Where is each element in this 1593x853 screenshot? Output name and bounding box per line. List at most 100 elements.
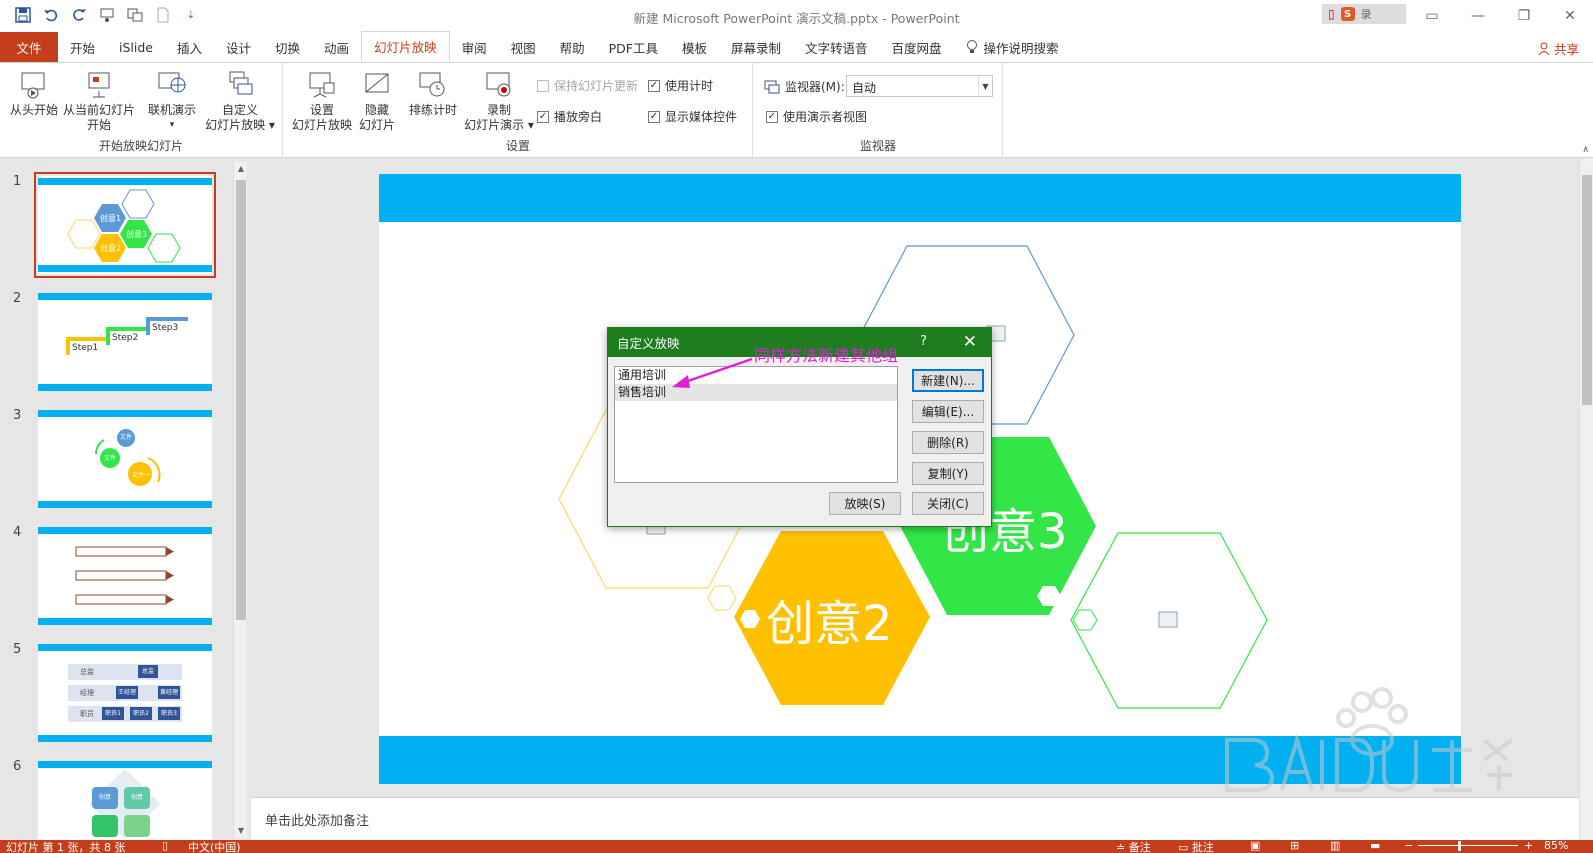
restore-icon[interactable]: ❐ <box>1501 0 1547 32</box>
accessibility-icon[interactable]: ▯ <box>162 839 168 852</box>
rehearse-timings-label: 排练计时 <box>408 103 457 117</box>
scroll-down-icon[interactable]: ▼ <box>234 824 248 838</box>
tab-text-to-speech[interactable]: 文字转语音 <box>793 32 880 62</box>
show-media-controls-checkbox[interactable]: ✓ 显示媒体控件 <box>648 108 737 125</box>
normal-view-icon[interactable]: ▣ <box>1250 839 1260 852</box>
thumbnail-text: Step1 <box>72 343 99 353</box>
notes-icon: ≐ <box>1116 841 1126 853</box>
annotation-arrow-icon <box>672 357 753 388</box>
tell-me-search[interactable]: 操作说明搜索 <box>954 32 1071 62</box>
thumbnail-text: 创意 <box>92 787 118 809</box>
edit-button[interactable]: 编辑(E)... <box>912 400 984 423</box>
reading-view-icon[interactable]: ▥ <box>1330 839 1340 852</box>
chevron-down-icon[interactable]: ▼ <box>978 76 992 96</box>
close-icon[interactable]: ✕ <box>1547 0 1593 32</box>
use-timings-checkbox[interactable]: ✓ 使用计时 <box>648 77 713 94</box>
close-button[interactable]: 关闭(C) <box>912 492 984 515</box>
custom-slideshow-button[interactable]: 自定义 幻灯片放映 ▾ <box>203 69 277 133</box>
slide-scrollbar[interactable] <box>1579 159 1593 840</box>
tab-home[interactable]: 开始 <box>58 32 107 62</box>
tab-screen-record[interactable]: 屏幕录制 <box>719 32 793 62</box>
thumbnails-scrollbar[interactable]: ▲ ▼ <box>233 162 247 838</box>
slideshow-view-icon[interactable]: ▬ <box>1370 839 1380 852</box>
tab-design[interactable]: 设计 <box>214 32 263 62</box>
language[interactable]: 中文(中国) <box>188 839 241 853</box>
thumbnail-text: 王经理 <box>116 686 138 699</box>
comments-toggle[interactable]: ▭ 批注 <box>1178 839 1214 853</box>
help-icon[interactable]: ? <box>920 334 927 349</box>
rehearse-timings-button[interactable]: 排练计时 <box>405 69 461 118</box>
login-label: 录 <box>1360 8 1372 21</box>
tab-baidu-netdisk[interactable]: 百度网盘 <box>880 32 954 62</box>
presenter-view-checkbox[interactable]: ✓ 使用演示者视图 <box>766 108 867 125</box>
slide-thumbnail-6[interactable]: 创意 创意 <box>38 761 212 840</box>
slide-thumbnail-3[interactable]: 文件 文件 文件一 <box>38 410 212 508</box>
notes-toggle-label: 备注 <box>1128 841 1151 853</box>
slide-thumbnail-5[interactable]: 总监 经理 职员 总监 王经理 黄经理 职员1 职员2 职员3 <box>38 644 212 742</box>
scrollbar-thumb[interactable] <box>1582 175 1592 405</box>
status-bar: 幻灯片 第 1 张，共 8 张 ▯ 中文(中国) ≐ 备注 ▭ 批注 ▣ ⊞ ▥… <box>0 839 1593 853</box>
tab-view[interactable]: 视图 <box>499 32 548 62</box>
zoom-out-icon[interactable]: − <box>1404 839 1413 852</box>
dialog-title: 自定义放映 <box>617 336 680 351</box>
tab-animations[interactable]: 动画 <box>312 32 361 62</box>
login-chip[interactable]: ▯ S 录 <box>1322 4 1406 24</box>
tab-islide[interactable]: iSlide <box>107 32 165 62</box>
zoom-slider[interactable] <box>1418 845 1518 846</box>
slide-thumbnail-4[interactable] <box>38 527 212 625</box>
tab-insert[interactable]: 插入 <box>165 32 214 62</box>
keep-slides-updated-checkbox[interactable]: 保持幻灯片更新 <box>537 77 638 94</box>
from-beginning-button[interactable]: 从头开始 <box>8 69 60 118</box>
present-online-button[interactable]: 联机演示 ▾ <box>144 69 200 133</box>
slide-sorter-icon[interactable]: ⊞ <box>1290 839 1299 852</box>
thumbnail-text: 文件一 <box>132 472 151 479</box>
thumbnail-number: 6 <box>13 759 22 774</box>
share-label: 共享 <box>1553 42 1579 57</box>
thumbnail-number: 5 <box>13 642 22 657</box>
dialog-close-icon[interactable]: ✕ <box>963 332 977 352</box>
setup-slideshow-button[interactable]: 设置 幻灯片放映 <box>290 69 354 133</box>
new-button[interactable]: 新建(N)... <box>912 369 984 392</box>
from-current-button[interactable]: 从当前幻灯片 开始 <box>62 69 136 133</box>
slide-thumbnail-2[interactable]: Step1 Step2 Step3 <box>38 293 212 391</box>
hide-slide-label-2: 幻灯片 <box>358 118 395 132</box>
slide-thumbnail-1[interactable]: 创意1 创意3 创意2 <box>34 172 216 278</box>
minimize-icon[interactable]: — <box>1455 0 1501 32</box>
zoom-in-icon[interactable]: + <box>1524 839 1533 852</box>
ribbon-tabs: 文件 开始 iSlide 插入 设计 切换 动画 幻灯片放映 审阅 视图 帮助 … <box>0 31 1593 62</box>
tab-file[interactable]: 文件 <box>0 32 58 62</box>
slide-info: 幻灯片 第 1 张，共 8 张 <box>6 841 126 853</box>
tab-slideshow[interactable]: 幻灯片放映 <box>361 31 450 62</box>
record-icon <box>486 72 511 97</box>
collapse-ribbon-icon[interactable]: ∧ <box>1582 145 1589 155</box>
setup-slideshow-icon <box>309 72 335 98</box>
play-narrations-checkbox[interactable]: ✓ 播放旁白 <box>537 108 602 125</box>
tab-help[interactable]: 帮助 <box>548 32 597 62</box>
record-slideshow-button[interactable]: 录制 幻灯片演示 ▾ <box>461 69 537 133</box>
scroll-up-icon[interactable]: ▲ <box>234 162 248 176</box>
tab-templates[interactable]: 模板 <box>670 32 719 62</box>
thumbnail-top-bar <box>38 644 212 651</box>
wps-icon: S <box>1340 7 1355 21</box>
show-button[interactable]: 放映(S) <box>829 492 901 515</box>
hide-slide-button[interactable]: 隐藏 幻灯片 <box>355 69 399 133</box>
tab-review[interactable]: 审阅 <box>450 32 499 62</box>
zoom-slider-thumb[interactable] <box>1458 841 1461 851</box>
tab-transitions[interactable]: 切换 <box>263 32 312 62</box>
notes-toggle[interactable]: ≐ 备注 <box>1116 839 1151 853</box>
thumbnail-text: 职员3 <box>158 707 180 720</box>
monitor-select[interactable]: 自动 ▼ <box>846 75 993 97</box>
tab-pdf-tools[interactable]: PDF工具 <box>597 32 670 62</box>
copy-button[interactable]: 复制(Y) <box>912 462 984 485</box>
thumbnail-text: 文件 <box>120 434 133 441</box>
thumbnail-text: 创意 <box>124 787 150 809</box>
thumbnail-number: 3 <box>13 408 22 423</box>
zoom-level[interactable]: 85% <box>1544 839 1568 852</box>
share-button[interactable]: 共享 <box>1538 39 1579 58</box>
scrollbar-thumb[interactable] <box>236 180 246 620</box>
from-beginning-label: 从头开始 <box>9 103 58 117</box>
delete-button[interactable]: 删除(R) <box>912 431 984 454</box>
use-timings-label: 使用计时 <box>665 79 714 93</box>
from-current-label-1: 从当前幻灯片 <box>62 103 135 117</box>
ribbon-display-icon[interactable]: ▭ <box>1409 0 1455 32</box>
